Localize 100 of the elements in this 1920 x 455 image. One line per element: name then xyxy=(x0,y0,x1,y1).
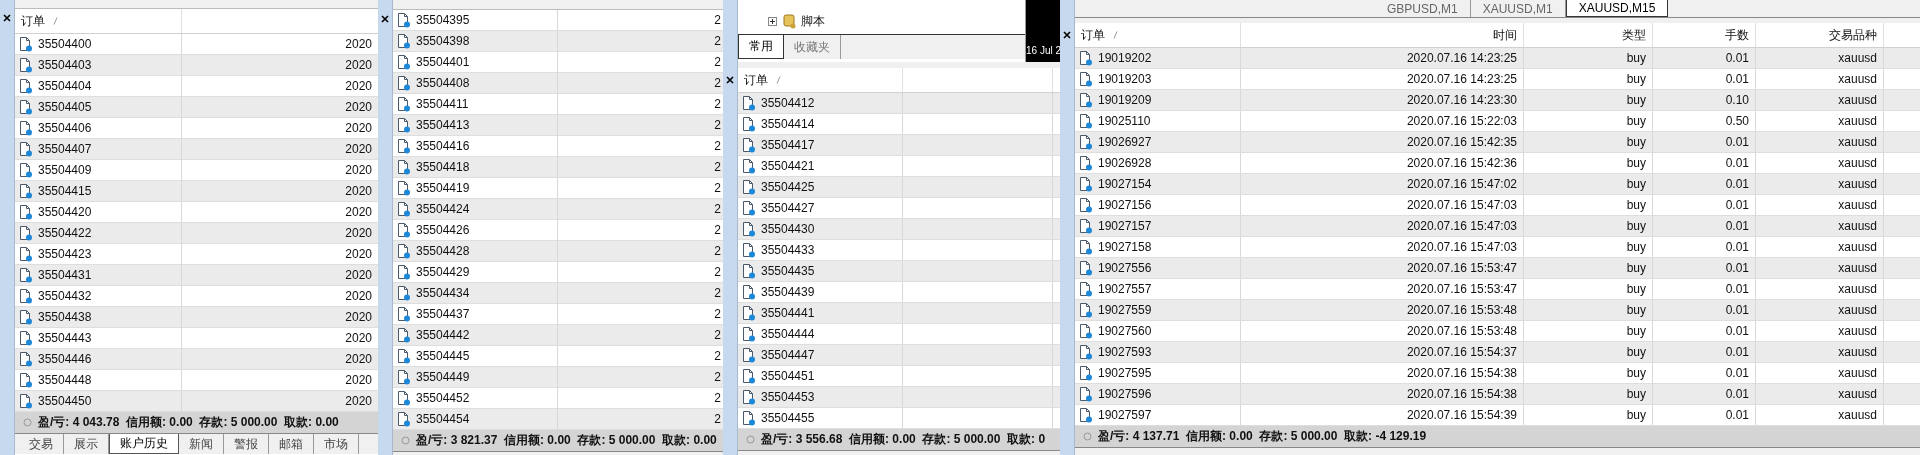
table-cell: 0.01 xyxy=(1653,384,1756,404)
order-icon xyxy=(397,180,411,196)
order-cell: 19027557 xyxy=(1075,279,1241,299)
order-icon xyxy=(19,309,33,325)
table-cell: 0.01 xyxy=(1653,300,1756,320)
table-row[interactable]: 35504412 xyxy=(738,93,1060,114)
table-cell: 2020.07.16 15:53:48 xyxy=(1241,321,1524,341)
order-cell: 35504400 xyxy=(15,34,182,54)
order-cell: 35504434 xyxy=(393,283,558,303)
order-cell: 19027158 xyxy=(1075,237,1241,257)
close-icon[interactable] xyxy=(381,15,389,23)
order-icon xyxy=(1079,365,1093,381)
sort-icon xyxy=(53,17,58,25)
order-cell: 35504428 xyxy=(393,241,558,261)
tree-item[interactable]: 脚本 xyxy=(801,12,825,30)
table-cell: buy xyxy=(1524,300,1653,320)
table-cell: 2020.07.16 15:42:36 xyxy=(1241,153,1524,173)
table-cell: buy xyxy=(1524,195,1653,215)
table-cell: 0.01 xyxy=(1653,195,1756,215)
table-cell: 2020.07.16 15:22:03 xyxy=(1241,111,1524,131)
order-icon xyxy=(19,99,33,115)
order-cell: 35504441 xyxy=(738,303,903,323)
status-icon xyxy=(1083,432,1092,441)
table-row[interactable]: 19019202 2020.07.16 14:23:25 buy 0.01 xauusd xyxy=(1075,48,1920,69)
order-cell: 35504418 xyxy=(393,157,558,177)
chart-date-label: 16 Jul 2 xyxy=(1026,45,1060,56)
order-cell: 35504437 xyxy=(393,304,558,324)
order-icon xyxy=(397,75,411,91)
column-header[interactable]: 交易品种 xyxy=(1756,23,1884,47)
table-cell: 2020.07.16 15:42:35 xyxy=(1241,132,1524,152)
table-cell: 0.01 xyxy=(1653,69,1756,89)
order-cell: 35504447 xyxy=(738,345,903,365)
account-summary: 盈/亏: 3 821.37 信用额: 0.00 存款: 5 000.00 取款: 0.00 xyxy=(416,432,717,449)
order-icon xyxy=(1079,239,1093,255)
table-cell: 0.01 xyxy=(1653,342,1756,362)
close-icon[interactable] xyxy=(726,76,734,84)
column-header[interactable]: 订单 xyxy=(1075,23,1241,47)
order-cell: 35504405 xyxy=(15,97,182,117)
order-icon xyxy=(1079,92,1093,108)
table-cell: 0.01 xyxy=(1653,216,1756,236)
order-icon xyxy=(19,351,33,367)
order-cell: 35504417 xyxy=(738,135,903,155)
close-icon[interactable] xyxy=(1063,31,1071,39)
column-header[interactable]: 订单 xyxy=(738,68,903,92)
table-cell: 2020.07.16 14:23:25 xyxy=(1241,69,1524,89)
order-icon xyxy=(742,116,756,132)
order-icon xyxy=(19,225,33,241)
order-icon xyxy=(397,117,411,133)
column-header[interactable]: 手数 xyxy=(1653,23,1756,47)
table-cell: 2020.07.16 15:54:38 xyxy=(1241,384,1524,404)
order-icon xyxy=(19,267,33,283)
table-cell: 2020.07.16 15:47:03 xyxy=(1241,216,1524,236)
status-icon xyxy=(746,435,755,444)
order-icon xyxy=(1079,197,1093,213)
order-cell: 19027154 xyxy=(1075,174,1241,194)
order-cell: 35504408 xyxy=(393,73,558,93)
order-cell: 19019203 xyxy=(1075,69,1241,89)
table-cell: 2020.07.16 15:47:02 xyxy=(1241,174,1524,194)
order-cell: 35504450 xyxy=(15,391,182,411)
order-cell: 35504455 xyxy=(738,408,903,428)
table-cell: buy xyxy=(1524,363,1653,383)
order-icon xyxy=(1079,71,1093,87)
order-icon xyxy=(1079,155,1093,171)
sort-icon xyxy=(1113,31,1118,39)
expand-icon[interactable] xyxy=(768,16,777,26)
table-cell: buy xyxy=(1524,237,1653,257)
table-cell: xauusd xyxy=(1756,69,1884,89)
order-cell: 35504446 xyxy=(15,349,182,369)
table-cell: xauusd xyxy=(1756,216,1884,236)
order-icon xyxy=(1079,260,1093,276)
order-icon xyxy=(1079,386,1093,402)
order-icon xyxy=(19,393,33,409)
order-cell: 35504442 xyxy=(393,325,558,345)
table-cell: xauusd xyxy=(1756,363,1884,383)
close-icon[interactable] xyxy=(3,14,11,22)
order-cell: 35504423 xyxy=(15,244,182,264)
column-header[interactable]: 时间 xyxy=(1241,23,1524,47)
chart-tab[interactable]: XAUUSD,M15 xyxy=(1565,0,1669,17)
order-icon xyxy=(742,410,756,426)
column-header[interactable]: 订单 xyxy=(15,9,182,33)
order-cell: 35504420 xyxy=(15,202,182,222)
order-cell: 19027156 xyxy=(1075,195,1241,215)
table-cell: buy xyxy=(1524,153,1653,173)
order-cell: 19025110 xyxy=(1075,111,1241,131)
order-cell: 35504404 xyxy=(15,76,182,96)
table-cell: 2020.07.16 15:47:03 xyxy=(1241,237,1524,257)
table-cell: xauusd xyxy=(1756,195,1884,215)
order-cell: 35504435 xyxy=(738,261,903,281)
order-cell: 19027596 xyxy=(1075,384,1241,404)
terminal-tab[interactable]: 账户历史 xyxy=(109,434,179,454)
order-icon xyxy=(19,57,33,73)
table-cell: 0.01 xyxy=(1653,153,1756,173)
table-cell: 2020.07.16 15:54:38 xyxy=(1241,363,1524,383)
order-cell: 19026927 xyxy=(1075,132,1241,152)
order-icon xyxy=(397,159,411,175)
navigator-tab[interactable]: 常用 xyxy=(738,35,784,59)
account-summary: 盈/亏: 4 137.71 信用额: 0.00 存款: 5 000.00 取款: -4 129.19 xyxy=(1098,428,1427,445)
order-cell: 35504414 xyxy=(738,114,903,134)
column-header[interactable]: 类型 xyxy=(1524,23,1653,47)
order-icon xyxy=(397,243,411,259)
